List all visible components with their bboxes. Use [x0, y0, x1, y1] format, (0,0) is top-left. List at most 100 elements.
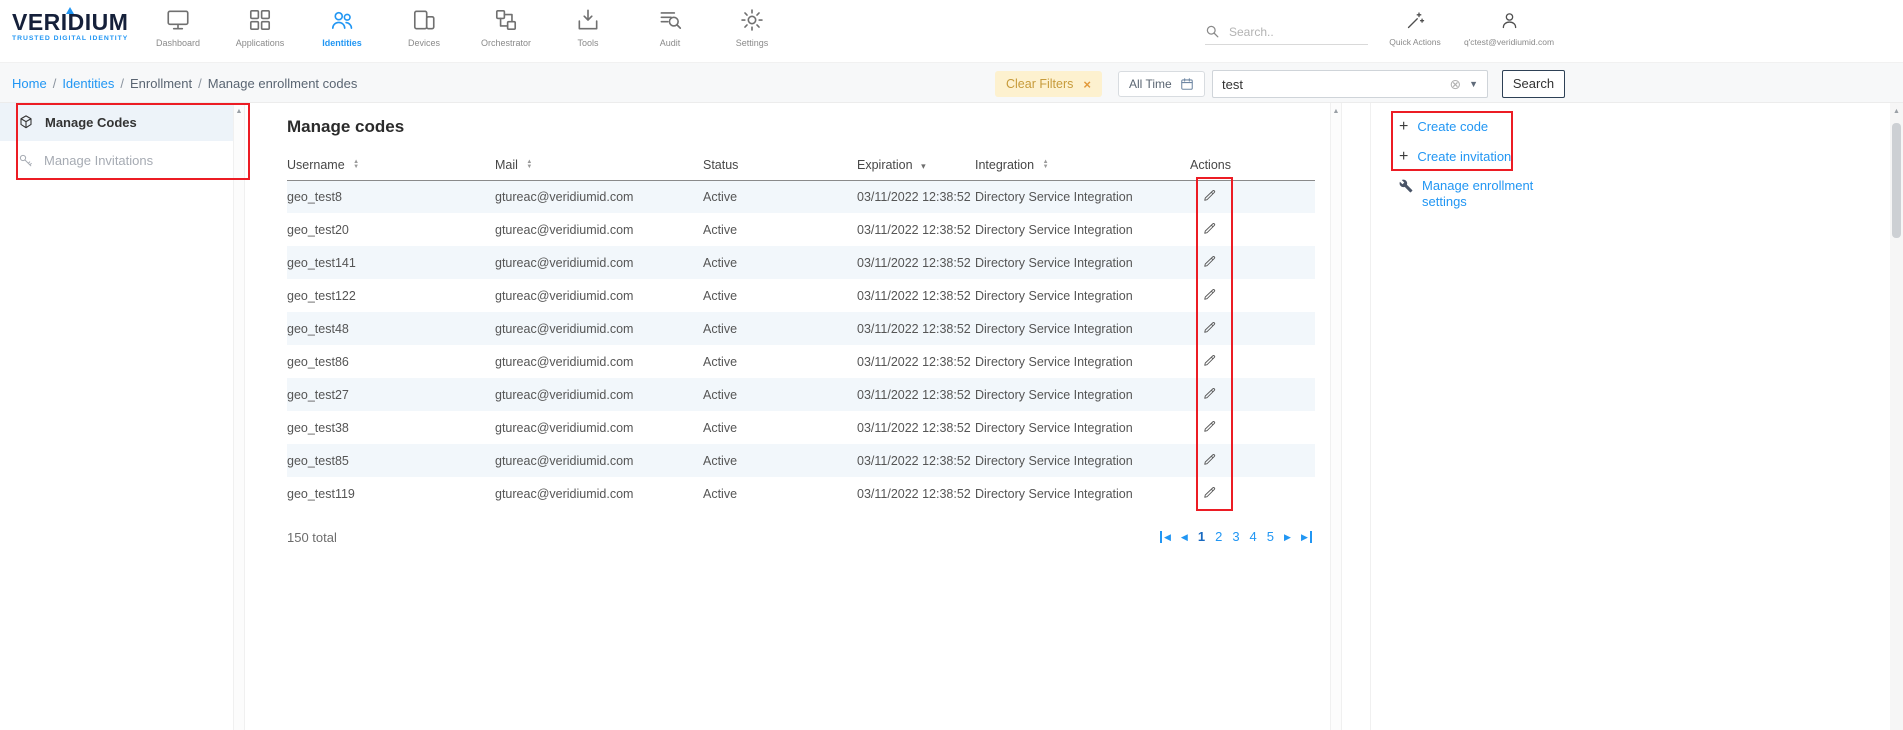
tools-icon — [575, 6, 601, 33]
clear-filters-button[interactable]: Clear Filters × — [995, 71, 1102, 97]
content-scrollbar[interactable]: ▲ — [1330, 103, 1342, 730]
column-header-mail[interactable]: Mail ▲▼ — [495, 150, 703, 180]
search-button[interactable]: Search — [1502, 70, 1565, 98]
column-label: Mail — [495, 158, 518, 172]
pagination-prev-icon[interactable]: ◀ — [1181, 531, 1188, 543]
scroll-up-icon[interactable]: ▲ — [234, 103, 244, 115]
cell-mail: gtureac@veridiumid.com — [495, 477, 703, 510]
clear-filters-label: Clear Filters — [1006, 77, 1073, 91]
breadcrumb-item[interactable]: Identities — [62, 76, 114, 91]
edit-pencil-icon[interactable] — [1203, 353, 1217, 367]
page-number[interactable]: 3 — [1232, 529, 1239, 544]
page-scrollbar[interactable]: ▲ — [1890, 103, 1903, 730]
clear-input-icon[interactable]: ⊗ — [1449, 77, 1461, 91]
nav-item-orchestrator[interactable]: Orchestrator — [465, 6, 547, 48]
nav-label: Audit — [660, 38, 681, 48]
pagination-first-icon[interactable]: ◀ — [1160, 531, 1171, 543]
close-icon[interactable]: × — [1083, 77, 1091, 92]
manage-enrollment-settings-link[interactable]: Manage enrollment settings — [1399, 178, 1549, 210]
sidebar-item-manage-codes[interactable]: Manage Codes — [0, 103, 233, 141]
calendar-icon — [1180, 77, 1194, 91]
pagination-last-icon[interactable]: ▶ — [1301, 531, 1312, 543]
edit-pencil-icon[interactable] — [1203, 320, 1217, 334]
cell-mail: gtureac@veridiumid.com — [495, 444, 703, 477]
column-label: Integration — [975, 158, 1034, 172]
cell-status: Active — [703, 378, 857, 411]
user-avatar-icon — [1499, 10, 1520, 31]
invitations-key-icon — [18, 153, 33, 168]
cell-expiration: 03/11/2022 12:38:52 — [857, 312, 975, 345]
cell-expiration: 03/11/2022 12:38:52 — [857, 246, 975, 279]
pagination-next-icon[interactable]: ▶ — [1284, 531, 1291, 543]
create-code-button[interactable]: + Create code — [1399, 119, 1488, 134]
column-label: Expiration — [857, 158, 913, 172]
scroll-up-icon[interactable]: ▲ — [1890, 103, 1903, 115]
orchestrator-icon — [493, 6, 519, 33]
cell-mail: gtureac@veridiumid.com — [495, 279, 703, 312]
right-action-panel: + Create code + Create invitation Manage… — [1370, 103, 1890, 730]
edit-pencil-icon[interactable] — [1203, 221, 1217, 235]
nav-item-tools[interactable]: Tools — [547, 6, 629, 48]
pagination: ◀ ◀ 12345 ▶ ▶ — [1160, 529, 1312, 544]
cell-actions — [1190, 213, 1315, 246]
veridium-logo[interactable]: VERIDIUM TRUSTED DIGITAL IDENTITY — [12, 10, 128, 42]
table-row: geo_test38gtureac@veridiumid.comActive03… — [287, 411, 1315, 444]
cell-integration: Directory Service Integration — [975, 411, 1190, 444]
edit-pencil-icon[interactable] — [1203, 188, 1217, 202]
dashboard-icon — [165, 6, 191, 33]
cell-username: geo_test119 — [287, 477, 495, 510]
user-menu[interactable]: q'ctest@veridiumid.com — [1453, 10, 1565, 47]
create-invitation-label: Create invitation — [1417, 149, 1511, 164]
edit-pencil-icon[interactable] — [1203, 452, 1217, 466]
create-invitation-button[interactable]: + Create invitation — [1399, 149, 1511, 164]
sidebar-item-manage-invitations[interactable]: Manage Invitations — [0, 141, 233, 179]
sidebar: Manage Codes Manage Invitations — [0, 103, 233, 730]
nav-label: Tools — [577, 38, 598, 48]
global-search-input[interactable] — [1229, 25, 1354, 39]
page-number[interactable]: 1 — [1198, 529, 1205, 544]
sort-icon: ▲▼ — [353, 160, 359, 170]
page-number[interactable]: 2 — [1215, 529, 1222, 544]
cell-actions — [1190, 345, 1315, 378]
chevron-down-icon[interactable]: ▼ — [1469, 79, 1478, 89]
filter-search-input[interactable] — [1222, 77, 1449, 92]
cell-mail: gtureac@veridiumid.com — [495, 213, 703, 246]
time-filter-button[interactable]: All Time — [1118, 71, 1205, 97]
breadcrumb-item[interactable]: Home — [12, 76, 47, 91]
column-header-status[interactable]: Status — [703, 150, 857, 180]
nav-item-dashboard[interactable]: Dashboard — [137, 6, 219, 48]
page-number[interactable]: 4 — [1250, 529, 1257, 544]
edit-pencil-icon[interactable] — [1203, 419, 1217, 433]
edit-pencil-icon[interactable] — [1203, 485, 1217, 499]
quick-actions-button[interactable]: Quick Actions — [1384, 10, 1446, 47]
page-number[interactable]: 5 — [1267, 529, 1274, 544]
nav-item-applications[interactable]: Applications — [219, 6, 301, 48]
scroll-up-icon[interactable]: ▲ — [1331, 103, 1341, 115]
cell-status: Active — [703, 345, 857, 378]
column-header-username[interactable]: Username ▲▼ — [287, 150, 495, 180]
column-header-integration[interactable]: Integration ▲▼ — [975, 150, 1190, 180]
sidebar-scrollbar[interactable]: ▲ — [233, 103, 245, 730]
cell-username: geo_test27 — [287, 378, 495, 411]
cell-expiration: 03/11/2022 12:38:52 — [857, 279, 975, 312]
cell-status: Active — [703, 411, 857, 444]
cube-icon — [18, 114, 34, 130]
cell-actions — [1190, 477, 1315, 510]
cell-integration: Directory Service Integration — [975, 312, 1190, 345]
cell-username: geo_test141 — [287, 246, 495, 279]
scrollbar-thumb[interactable] — [1892, 123, 1901, 238]
nav-item-identities[interactable]: Identities — [301, 6, 383, 48]
nav-item-settings[interactable]: Settings — [711, 6, 793, 48]
applications-icon — [247, 6, 273, 33]
edit-pencil-icon[interactable] — [1203, 254, 1217, 268]
nav-item-devices[interactable]: Devices — [383, 6, 465, 48]
nav-item-audit[interactable]: Audit — [629, 6, 711, 48]
plus-icon: + — [1399, 119, 1408, 134]
edit-pencil-icon[interactable] — [1203, 386, 1217, 400]
column-header-expiration[interactable]: Expiration ▾ — [857, 150, 975, 180]
cell-expiration: 03/11/2022 12:38:52 — [857, 378, 975, 411]
breadcrumb: Home/Identities/Enrollment/Manage enroll… — [12, 76, 357, 91]
nav-label: Identities — [322, 38, 362, 48]
edit-pencil-icon[interactable] — [1203, 287, 1217, 301]
cell-status: Active — [703, 444, 857, 477]
